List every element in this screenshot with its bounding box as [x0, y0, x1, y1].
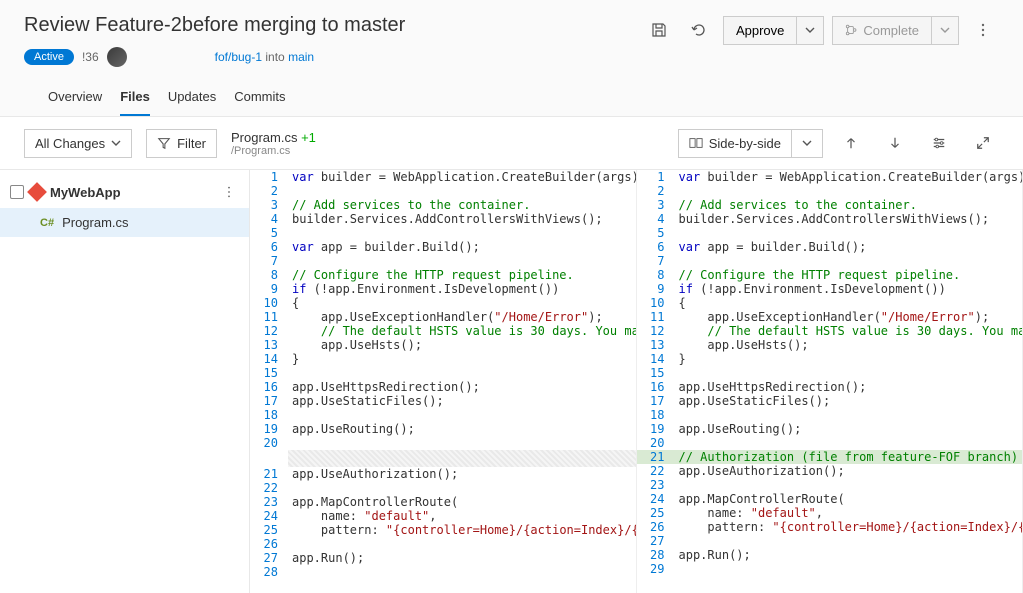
code-line[interactable]: 14} [250, 352, 636, 366]
side-by-side-icon [689, 136, 703, 150]
code-line[interactable]: 18 [250, 408, 636, 422]
more-icon[interactable] [967, 14, 999, 46]
code-line[interactable]: 18 [637, 408, 1023, 422]
code-line[interactable]: 11 app.UseExceptionHandler("/Home/Error"… [250, 310, 636, 324]
pr-title: Review Feature-2before merging to master [24, 14, 405, 37]
code-line[interactable]: 27app.Run(); [250, 551, 636, 565]
tab-overview[interactable]: Overview [48, 79, 102, 116]
code-line[interactable]: 2 [637, 184, 1023, 198]
code-line[interactable]: 11 app.UseExceptionHandler("/Home/Error"… [637, 310, 1023, 324]
code-line[interactable]: 13 app.UseHsts(); [250, 338, 636, 352]
code-line[interactable]: 10{ [250, 296, 636, 310]
project-checkbox[interactable] [10, 185, 24, 199]
cs-file-icon: C# [40, 217, 54, 229]
code-line[interactable]: 23 [637, 478, 1023, 492]
code-line[interactable]: 26 [250, 537, 636, 551]
avatar[interactable] [107, 47, 127, 67]
code-line[interactable]: 7 [637, 254, 1023, 268]
code-line[interactable]: 23app.MapControllerRoute( [250, 495, 636, 509]
code-line[interactable]: 9if (!app.Environment.IsDevelopment()) [637, 282, 1023, 296]
code-line[interactable]: 4builder.Services.AddControllersWithView… [637, 212, 1023, 226]
code-line[interactable]: 8// Configure the HTTP request pipeline. [637, 268, 1023, 282]
save-icon[interactable] [643, 14, 675, 46]
code-line[interactable]: 9if (!app.Environment.IsDevelopment()) [250, 282, 636, 296]
code-line[interactable]: 21app.UseAuthorization(); [250, 467, 636, 481]
git-icon [27, 182, 47, 202]
code-line[interactable]: 3// Add services to the container. [250, 198, 636, 212]
code-line[interactable]: 25 name: "default", [637, 506, 1023, 520]
all-changes-dropdown[interactable]: All Changes [24, 129, 132, 158]
settings-icon[interactable] [923, 127, 955, 159]
code-line[interactable]: 6var app = builder.Build(); [250, 240, 636, 254]
fullscreen-icon[interactable] [967, 127, 999, 159]
complete-button[interactable]: Complete [832, 16, 931, 45]
code-line[interactable]: 15 [637, 366, 1023, 380]
tab-commits[interactable]: Commits [234, 79, 285, 116]
code-line[interactable]: 14} [637, 352, 1023, 366]
view-mode-chevron[interactable] [791, 129, 823, 158]
code-line[interactable]: 19app.UseRouting(); [637, 422, 1023, 436]
code-line[interactable]: 21// Authorization (file from feature-FO… [637, 450, 1023, 464]
code-line[interactable]: 4builder.Services.AddControllersWithView… [250, 212, 636, 226]
code-line[interactable]: 12 // The default HSTS value is 30 days.… [637, 324, 1023, 338]
code-line[interactable]: 28app.Run(); [637, 548, 1023, 562]
tab-updates[interactable]: Updates [168, 79, 216, 116]
tree-more-icon[interactable] [219, 182, 239, 202]
filter-icon [157, 136, 171, 150]
diff-left-pane[interactable]: 1var builder = WebApplication.CreateBuil… [250, 170, 637, 593]
code-line[interactable]: 5 [250, 226, 636, 240]
code-line[interactable] [250, 450, 636, 467]
code-line[interactable]: 27 [637, 534, 1023, 548]
tree-project-row[interactable]: MyWebApp [0, 176, 249, 208]
code-line[interactable]: 24 name: "default", [250, 509, 636, 523]
code-line[interactable]: 16app.UseHttpsRedirection(); [250, 380, 636, 394]
code-line[interactable]: 17app.UseStaticFiles(); [637, 394, 1023, 408]
code-line[interactable]: 28 [250, 565, 636, 579]
tabs: Overview Files Updates Commits [24, 79, 999, 116]
tab-files[interactable]: Files [120, 79, 150, 116]
code-line[interactable]: 26 pattern: "{controller=Home}/{action=I… [637, 520, 1023, 534]
code-line[interactable]: 8// Configure the HTTP request pipeline. [250, 268, 636, 282]
code-line[interactable]: 20 [250, 436, 636, 450]
code-line[interactable]: 22 [250, 481, 636, 495]
prev-diff-icon[interactable] [835, 127, 867, 159]
chevron-down-icon [111, 138, 121, 148]
code-line[interactable]: 24app.MapControllerRoute( [637, 492, 1023, 506]
code-line[interactable]: 10{ [637, 296, 1023, 310]
code-line[interactable]: 22app.UseAuthorization(); [637, 464, 1023, 478]
view-mode-dropdown[interactable]: Side-by-side [678, 129, 791, 158]
code-line[interactable]: 1var builder = WebApplication.CreateBuil… [637, 170, 1023, 184]
code-line[interactable]: 3// Add services to the container. [637, 198, 1023, 212]
approve-chevron[interactable] [796, 16, 824, 45]
source-branch[interactable]: fof/bug-1 [215, 50, 262, 64]
approve-button[interactable]: Approve [723, 16, 796, 45]
code-line[interactable]: 6var app = builder.Build(); [637, 240, 1023, 254]
code-line[interactable]: 5 [637, 226, 1023, 240]
code-line[interactable]: 25 pattern: "{controller=Home}/{action=I… [250, 523, 636, 537]
file-breadcrumb: Program.cs +1 /Program.cs [231, 130, 316, 157]
code-line[interactable]: 1var builder = WebApplication.CreateBuil… [250, 170, 636, 184]
diff-right-pane[interactable]: 1var builder = WebApplication.CreateBuil… [637, 170, 1023, 593]
complete-chevron[interactable] [931, 16, 959, 45]
code-line[interactable]: 13 app.UseHsts(); [637, 338, 1023, 352]
pr-id: !36 [82, 50, 99, 64]
code-line[interactable]: 17app.UseStaticFiles(); [250, 394, 636, 408]
code-line[interactable]: 15 [250, 366, 636, 380]
target-branch[interactable]: main [288, 50, 314, 64]
code-line[interactable]: 7 [250, 254, 636, 268]
code-line[interactable]: 29 [637, 562, 1023, 576]
tree-file-item[interactable]: C# Program.cs [0, 208, 249, 237]
into-word: into [265, 50, 284, 64]
status-badge: Active [24, 49, 74, 65]
filter-button[interactable]: Filter [146, 129, 217, 158]
undo-icon[interactable] [683, 14, 715, 46]
code-line[interactable]: 12 // The default HSTS value is 30 days.… [250, 324, 636, 338]
code-line[interactable]: 19app.UseRouting(); [250, 422, 636, 436]
code-line[interactable]: 16app.UseHttpsRedirection(); [637, 380, 1023, 394]
next-diff-icon[interactable] [879, 127, 911, 159]
code-line[interactable]: 20 [637, 436, 1023, 450]
code-line[interactable]: 2 [250, 184, 636, 198]
